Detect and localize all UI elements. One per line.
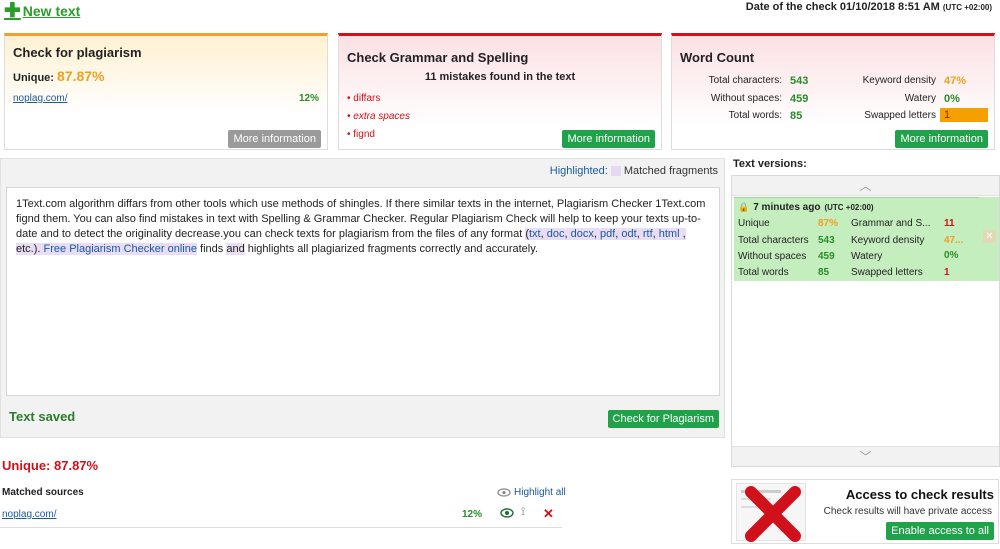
lock-icon: 🔒 <box>738 202 750 212</box>
plagiarism-source-pct: 12% <box>298 93 319 104</box>
plagiarism-more-info-button[interactable]: More information <box>228 130 321 148</box>
private-access-illustration <box>736 483 806 542</box>
access-box: Access to check results Check results wi… <box>731 479 999 544</box>
ver-keyword-label: Keyword density <box>851 235 925 246</box>
version-header: 🔒 7 minutes ago (UTC +02:00) <box>738 202 874 213</box>
watery-value: 0% <box>944 93 960 105</box>
check-date: Date of the check 01/10/2018 8:51 AM (UT… <box>746 1 992 13</box>
swapped-letters-value: 1 <box>940 108 988 122</box>
date-utc: (UTC +02:00) <box>942 3 992 12</box>
delete-icon[interactable]: ✕ <box>543 506 554 522</box>
access-title: Access to check results <box>845 487 994 502</box>
editor-panel: Highlighted: Matched fragments 1Text.com… <box>0 158 725 438</box>
total-words-label: Total words: <box>728 110 782 121</box>
unique-label: Unique: <box>13 72 54 84</box>
matched-swatch <box>610 166 621 176</box>
ver-total-words-value: 85 <box>818 267 830 278</box>
grammar-mistake-item: • diffars <box>347 93 381 104</box>
word-count-title: Word Count <box>680 50 755 65</box>
scroll-up-icon[interactable]: ︿ <box>732 176 999 196</box>
ver-total-chars-label: Total characters <box>738 235 809 246</box>
ver-unique-label: Unique <box>738 218 770 229</box>
ver-total-chars-value: 543 <box>818 235 835 246</box>
unique-value: 87.87% <box>57 68 105 84</box>
text-versions-title: Text versions: <box>733 158 807 170</box>
ver-without-spaces-value: 459 <box>818 251 835 262</box>
keyword-density-label: Keyword density <box>862 75 936 86</box>
red-cross-icon <box>741 486 801 542</box>
grammar-mistake-item: • fignd <box>347 129 375 140</box>
access-subtitle: Check results will have private access <box>823 506 992 517</box>
plus-icon: ✚ <box>4 0 21 22</box>
new-text-label: New text <box>22 3 81 19</box>
total-words-value: 85 <box>790 110 803 122</box>
eye-icon <box>497 488 511 497</box>
plagiarism-card-title: Check for plagiarism <box>13 45 142 60</box>
unique-result: Unique: 87.87% <box>2 458 99 473</box>
ver-swapped-value: 1 <box>944 267 950 278</box>
grammar-summary: 11 mistakes found in the text <box>424 71 576 83</box>
eye-icon[interactable] <box>500 508 514 518</box>
ver-keyword-value: 47... <box>944 235 964 246</box>
compare-icon[interactable]: ⟟ <box>521 506 525 519</box>
plagiarism-source-link[interactable]: noplag.com/ <box>13 93 67 104</box>
text-versions-panel: ︿ 🔒 7 minutes ago (UTC +02:00) Unique 87… <box>731 175 1000 467</box>
swapped-letters-label: Swapped letters <box>864 110 936 121</box>
source-pct: 12% <box>462 509 483 520</box>
version-utc: (UTC +02:00) <box>824 203 874 212</box>
ver-watery-value: 0% <box>944 250 959 261</box>
matched-sources-title: Matched sources <box>2 487 84 498</box>
highlighted-label: Highlighted: <box>549 165 608 177</box>
ver-watery-label: Watery <box>851 251 883 262</box>
grammar-more-info-button[interactable]: More information <box>562 130 655 148</box>
text-input[interactable]: 1Text.com algorithm diffars from other t… <box>6 187 720 396</box>
check-plagiarism-button[interactable]: Check for Plagiarism <box>607 410 719 428</box>
new-text-button[interactable]: ✚ New text <box>4 0 81 22</box>
version-time: 7 minutes ago <box>753 202 821 213</box>
grammar-mistake-item: • extra spaces <box>347 111 410 122</box>
grammar-card-title: Check Grammar and Spelling <box>347 50 529 65</box>
total-chars-label: Total characters: <box>708 75 782 86</box>
enable-access-button[interactable]: Enable access to all <box>886 522 994 540</box>
text-saved-status: Text saved <box>9 409 76 424</box>
scroll-down-icon[interactable]: ﹀ <box>732 446 999 466</box>
matched-fragments-label: Matched fragments <box>623 165 718 177</box>
date-label: Date of the check 01/10/2018 8:51 AM <box>745 1 940 13</box>
keyword-density-value: 47% <box>944 75 967 87</box>
ver-grammar-value: 11 <box>944 218 955 229</box>
highlight-all-label: Highlight all <box>514 487 566 498</box>
ver-swapped-label: Swapped letters <box>851 267 923 278</box>
source-link[interactable]: noplag.com/ <box>2 509 56 520</box>
highlight-all-link[interactable]: Highlight all <box>497 487 566 498</box>
source-row: noplag.com/ 12% ⟟ ✕ <box>0 506 562 528</box>
version-side: ✕ <box>979 197 999 281</box>
plagiarism-card: Check for plagiarism Unique: 87.87% nopl… <box>4 33 328 150</box>
ver-unique-value: 87% <box>818 218 839 229</box>
without-spaces-value: 459 <box>790 93 809 105</box>
word-more-info-button[interactable]: More information <box>895 130 988 148</box>
ver-without-spaces-label: Without spaces <box>738 251 807 262</box>
ver-total-words-label: Total words <box>738 267 789 278</box>
without-spaces-label: Without spaces: <box>710 93 782 104</box>
grammar-card: Check Grammar and Spelling 11 mistakes f… <box>338 33 662 150</box>
close-icon[interactable]: ✕ <box>983 230 996 243</box>
version-item[interactable]: 🔒 7 minutes ago (UTC +02:00) Unique 87% … <box>734 197 979 281</box>
word-count-card: Word Count Total characters: 543 Without… <box>671 33 995 150</box>
highlight-legend: Highlighted: Matched fragments <box>550 165 718 177</box>
unique-line: Unique: 87.87% <box>13 68 105 84</box>
watery-label: Watery <box>904 93 936 104</box>
ver-grammar-label: Grammar and S... <box>851 218 931 229</box>
total-chars-value: 543 <box>790 75 809 87</box>
